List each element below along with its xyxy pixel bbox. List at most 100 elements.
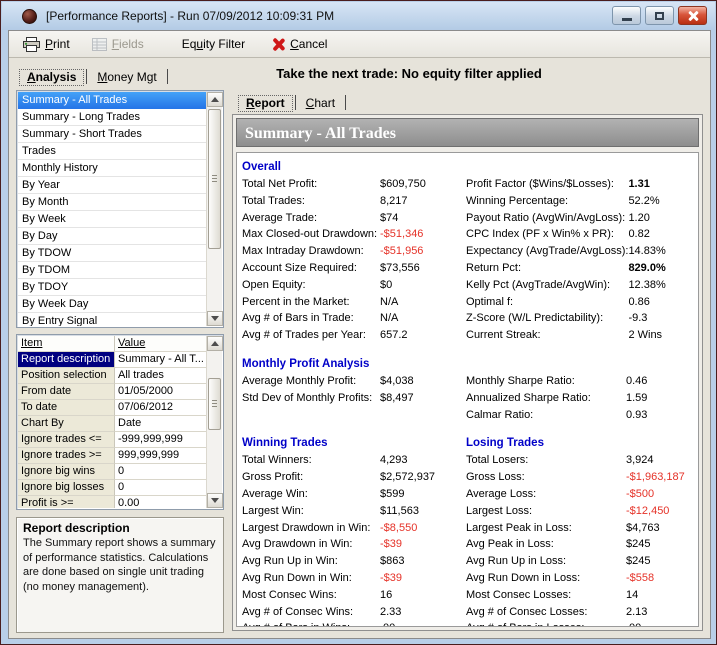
stat-label: Account Size Required: bbox=[240, 260, 380, 277]
setting-value[interactable]: 0.00 bbox=[115, 496, 206, 508]
scroll-thumb[interactable] bbox=[208, 378, 221, 430]
fields-icon bbox=[92, 38, 107, 51]
settings-row[interactable]: Profit is >=0.00 bbox=[18, 496, 206, 508]
list-item[interactable]: By TDOM bbox=[18, 262, 206, 279]
setting-value[interactable]: Summary - All T... bbox=[115, 352, 206, 368]
setting-value[interactable]: All trades bbox=[115, 368, 206, 384]
setting-item[interactable]: Ignore trades <= bbox=[18, 432, 115, 448]
list-item[interactable]: By TDOY bbox=[18, 279, 206, 296]
stat-label: Avg # of Bars in Losses: bbox=[464, 620, 626, 627]
stat-row: Largest Win:$11,563 bbox=[240, 503, 458, 520]
list-item[interactable]: By Year bbox=[18, 177, 206, 194]
settings-row[interactable]: Position selectionAll trades bbox=[18, 368, 206, 384]
settings-row[interactable]: Ignore trades >=999,999,999 bbox=[18, 448, 206, 464]
print-button[interactable]: Print bbox=[18, 35, 75, 54]
list-item[interactable]: By Week Day bbox=[18, 296, 206, 313]
stat-label: Return Pct: bbox=[464, 260, 628, 277]
stat-row: Current Streak:2 Wins bbox=[464, 327, 699, 344]
scroll-down-button[interactable] bbox=[207, 493, 223, 508]
minimize-icon bbox=[622, 18, 632, 21]
stat-value: -$51,956 bbox=[380, 243, 458, 260]
stat-label: Avg Run Down in Win: bbox=[240, 570, 380, 587]
list-item[interactable]: By TDOW bbox=[18, 245, 206, 262]
thumb-grip bbox=[212, 175, 217, 182]
stat-label: Total Net Profit: bbox=[240, 176, 380, 193]
list-scrollbar[interactable] bbox=[206, 92, 222, 326]
setting-item[interactable]: From date bbox=[18, 384, 115, 400]
setting-item[interactable]: Ignore trades >= bbox=[18, 448, 115, 464]
scroll-down-button[interactable] bbox=[207, 311, 223, 326]
stat-value: 3,924 bbox=[626, 452, 698, 469]
value-column-header[interactable]: Value bbox=[115, 336, 206, 352]
stat-row: Most Consec Wins:16 bbox=[240, 587, 458, 604]
settings-data-rows: Report descriptionSummary - All T...Posi… bbox=[18, 352, 206, 508]
tab-report[interactable]: Report bbox=[237, 94, 294, 113]
setting-value[interactable]: 0 bbox=[115, 480, 206, 496]
stat-label: Avg Drawdown in Win: bbox=[240, 536, 380, 553]
settings-row[interactable]: Ignore big wins0 bbox=[18, 464, 206, 480]
tab-money-mgt[interactable]: Money Mgt bbox=[88, 68, 165, 87]
list-item[interactable]: By Entry Signal bbox=[18, 313, 206, 326]
item-column-header[interactable]: Item bbox=[18, 336, 115, 352]
close-button[interactable] bbox=[678, 6, 707, 25]
stat-value: 4,293 bbox=[380, 452, 458, 469]
stat-row: Avg # of Trades per Year:657.2 bbox=[240, 327, 458, 344]
tab-chart[interactable]: Chart bbox=[297, 94, 344, 113]
stat-row: Account Size Required:$73,556 bbox=[240, 260, 458, 277]
setting-item[interactable]: Profit is >= bbox=[18, 496, 115, 508]
stat-label: Gross Profit: bbox=[240, 469, 380, 486]
settings-row[interactable]: Ignore big losses0 bbox=[18, 480, 206, 496]
list-item[interactable]: Summary - All Trades bbox=[18, 92, 206, 109]
stat-value: -$51,346 bbox=[380, 226, 458, 243]
stat-label: Largest Loss: bbox=[464, 503, 626, 520]
list-item[interactable]: By Day bbox=[18, 228, 206, 245]
setting-value[interactable]: 0 bbox=[115, 464, 206, 480]
equity-filter-button[interactable]: Equity Filter bbox=[177, 35, 250, 53]
setting-value[interactable]: Date bbox=[115, 416, 206, 432]
setting-item[interactable]: Position selection bbox=[18, 368, 115, 384]
stat-value: 1.31 bbox=[628, 176, 699, 193]
settings-row[interactable]: From date01/05/2000 bbox=[18, 384, 206, 400]
stat-value: $4,038 bbox=[380, 373, 458, 390]
setting-value[interactable]: 07/06/2012 bbox=[115, 400, 206, 416]
list-item[interactable]: Monthly History bbox=[18, 160, 206, 177]
stat-label: Largest Drawdown in Win: bbox=[240, 520, 380, 537]
setting-item[interactable]: Report description bbox=[18, 352, 115, 368]
tab-analysis[interactable]: Analysis bbox=[18, 68, 85, 87]
settings-row[interactable]: To date07/06/2012 bbox=[18, 400, 206, 416]
stat-value: $11,563 bbox=[380, 503, 458, 520]
stat-value: 2 Wins bbox=[628, 327, 699, 344]
setting-item[interactable]: Ignore big wins bbox=[18, 464, 115, 480]
setting-value[interactable]: 01/05/2000 bbox=[115, 384, 206, 400]
scroll-up-button[interactable] bbox=[207, 92, 223, 107]
setting-item[interactable]: Ignore big losses bbox=[18, 480, 115, 496]
list-item[interactable]: By Month bbox=[18, 194, 206, 211]
setting-item[interactable]: To date bbox=[18, 400, 115, 416]
app-icon[interactable] bbox=[22, 9, 37, 24]
stat-row: Winning Percentage:52.2% bbox=[464, 193, 699, 210]
tab-separator bbox=[167, 69, 168, 84]
title-bar[interactable]: [Performance Reports] - Run 07/09/2012 1… bbox=[2, 2, 715, 30]
stat-label: Total Trades: bbox=[240, 193, 380, 210]
arrow-down-icon bbox=[211, 498, 219, 503]
settings-row[interactable]: Ignore trades <=-999,999,999 bbox=[18, 432, 206, 448]
scroll-thumb[interactable] bbox=[208, 109, 221, 249]
list-item[interactable]: Summary - Long Trades bbox=[18, 109, 206, 126]
stat-row: Total Losers:3,924 bbox=[464, 452, 698, 469]
cancel-button[interactable]: Cancel bbox=[266, 35, 332, 53]
minimize-button[interactable] bbox=[612, 6, 641, 25]
setting-value[interactable]: -999,999,999 bbox=[115, 432, 206, 448]
maximize-button[interactable] bbox=[645, 6, 674, 25]
setting-value[interactable]: 999,999,999 bbox=[115, 448, 206, 464]
settings-row[interactable]: Chart ByDate bbox=[18, 416, 206, 432]
list-item[interactable]: Trades bbox=[18, 143, 206, 160]
stat-row: Std Dev of Monthly Profits:$8,497 bbox=[240, 390, 458, 407]
list-item[interactable]: By Week bbox=[18, 211, 206, 228]
stat-row: Avg # of Bars in Losses:.00 bbox=[464, 620, 698, 627]
scroll-up-button[interactable] bbox=[207, 336, 223, 351]
settings-scrollbar[interactable] bbox=[206, 336, 222, 508]
settings-row[interactable]: Report descriptionSummary - All T... bbox=[18, 352, 206, 368]
list-item[interactable]: Summary - Short Trades bbox=[18, 126, 206, 143]
stat-label: Largest Win: bbox=[240, 503, 380, 520]
setting-item[interactable]: Chart By bbox=[18, 416, 115, 432]
